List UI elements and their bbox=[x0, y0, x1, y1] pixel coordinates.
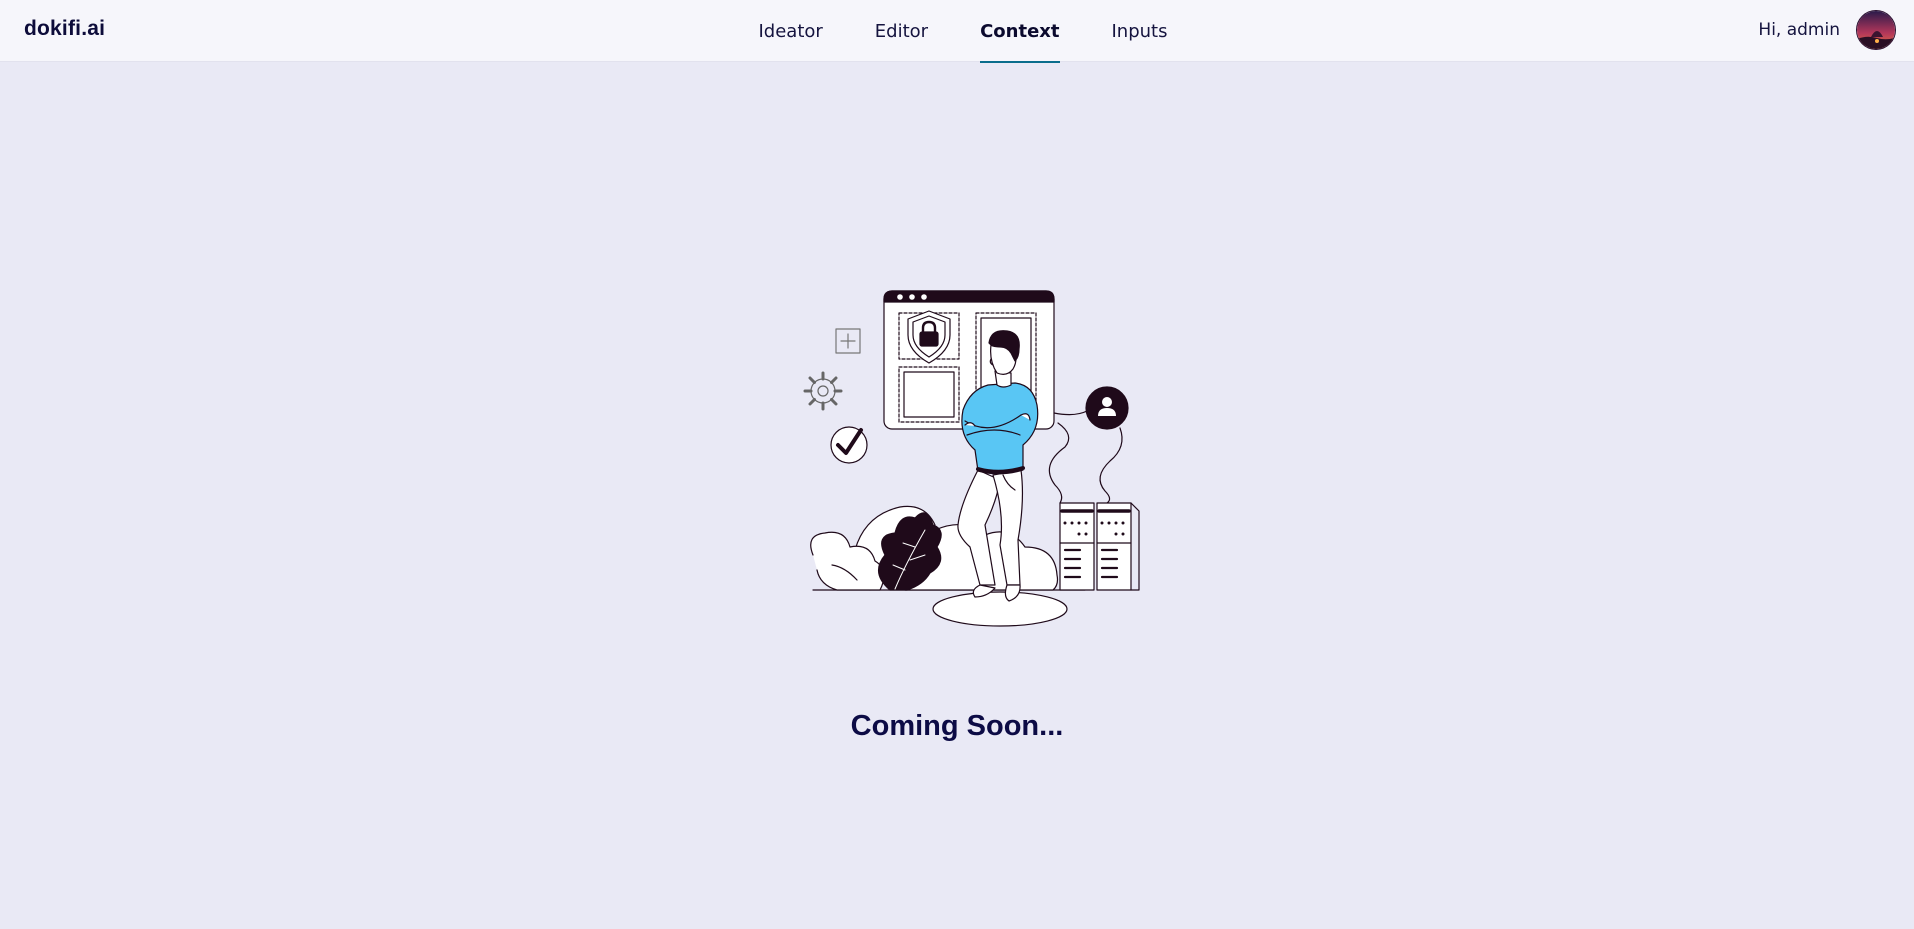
coming-soon-illustration bbox=[775, 285, 1145, 630]
tab-ideator[interactable]: Ideator bbox=[732, 0, 848, 62]
tab-context[interactable]: Context bbox=[954, 0, 1085, 63]
avatar-image-icon bbox=[1857, 11, 1895, 49]
tab-inputs[interactable]: Inputs bbox=[1086, 0, 1194, 62]
coming-soon-message: Coming Soon... bbox=[850, 710, 1064, 742]
tab-editor[interactable]: Editor bbox=[849, 0, 954, 62]
avatar[interactable] bbox=[1856, 10, 1896, 50]
user-greeting: Hi, admin bbox=[1758, 20, 1840, 40]
top-navigation-bar: dokifi.ai Ideator Editor Context Inputs … bbox=[0, 0, 1914, 63]
coming-soon-illustration-icon bbox=[803, 290, 1140, 627]
user-menu[interactable]: Hi, admin bbox=[1758, 10, 1896, 50]
main-tabs: Ideator Editor Context Inputs bbox=[0, 0, 1914, 63]
